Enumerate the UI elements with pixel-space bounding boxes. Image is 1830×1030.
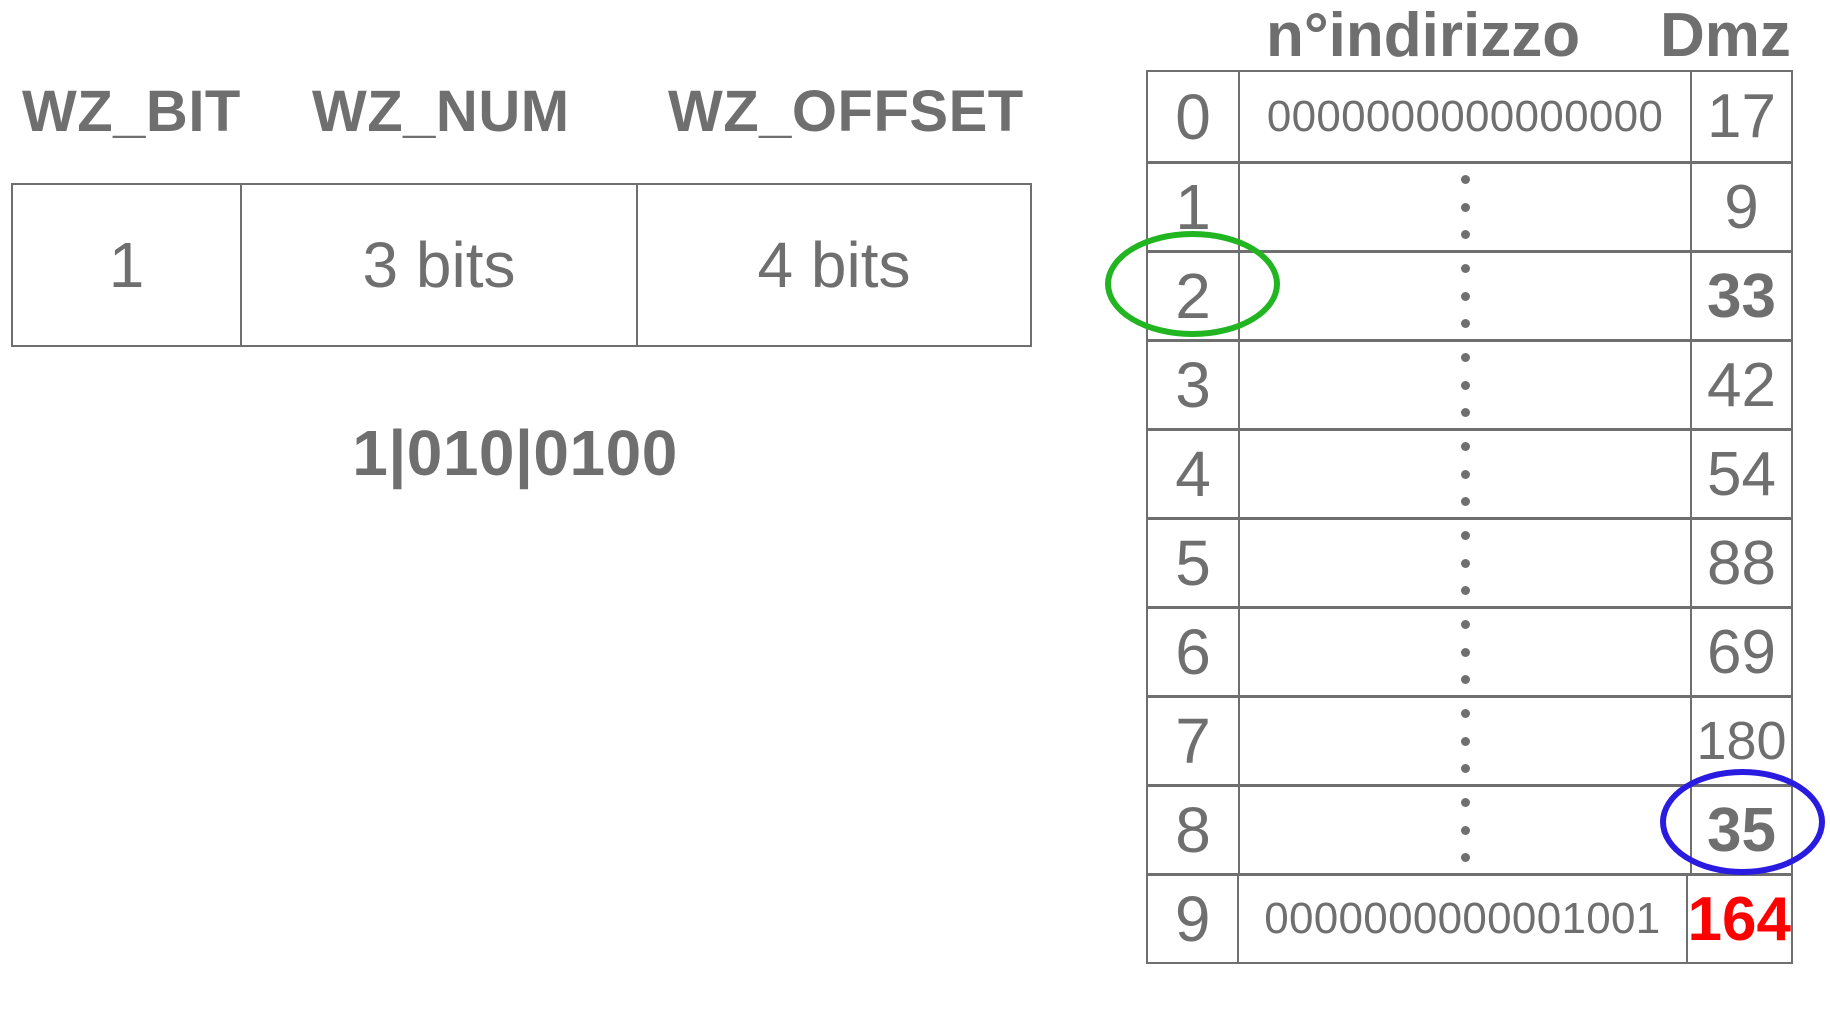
row-address <box>1240 342 1692 428</box>
row-address <box>1240 698 1692 784</box>
table-row: 6 69 <box>1148 606 1791 695</box>
row-address <box>1240 609 1692 695</box>
vertical-ellipsis-icon <box>1460 264 1470 328</box>
row-index: 4 <box>1148 431 1240 517</box>
field-wz-num: 3 bits <box>240 185 636 345</box>
vertical-ellipsis-icon <box>1460 353 1470 417</box>
table-row: 0 0000000000000000 17 <box>1148 72 1791 161</box>
row-address: 0000000000000000 <box>1240 72 1692 161</box>
row-dmz: 69 <box>1707 617 1776 687</box>
table-row: 8 35 <box>1148 784 1791 873</box>
row-dmz: 9 <box>1724 172 1759 242</box>
row-dmz: 42 <box>1707 350 1776 420</box>
row-address: 0000000000001001 <box>1239 876 1688 962</box>
row-dmz: 17 <box>1707 82 1776 151</box>
row-index: 9 <box>1148 876 1240 962</box>
address-format-box: 1 3 bits 4 bits <box>11 183 1032 347</box>
table-row: 5 88 <box>1148 517 1791 606</box>
row-index: 1 <box>1148 164 1240 250</box>
row-address <box>1240 520 1692 606</box>
row-index: 3 <box>1148 342 1240 428</box>
row-dmz: 33 <box>1707 261 1776 331</box>
row-address <box>1240 164 1692 250</box>
vertical-ellipsis-icon <box>1460 175 1470 239</box>
vertical-ellipsis-icon <box>1460 620 1470 684</box>
header-wz-num: WZ_NUM <box>312 79 570 144</box>
table-row: 7 180 <box>1148 695 1791 784</box>
header-wz-bit: WZ_BIT <box>22 79 241 144</box>
row-dmz: 180 <box>1696 711 1787 771</box>
row-index: 7 <box>1148 698 1240 784</box>
table-row: 3 42 <box>1148 339 1791 428</box>
row-index: 2 <box>1148 253 1240 339</box>
field-wz-offset: 4 bits <box>636 185 1030 345</box>
table-row: 4 54 <box>1148 428 1791 517</box>
binary-address: 1|010|0100 <box>352 417 678 489</box>
row-dmz: 54 <box>1707 439 1776 509</box>
header-dmz-column: Dmz <box>1660 1 1791 70</box>
row-index: 5 <box>1148 520 1240 606</box>
row-index: 0 <box>1148 72 1240 161</box>
header-wz-offset: WZ_OFFSET <box>668 79 1024 144</box>
vertical-ellipsis-icon <box>1460 798 1470 862</box>
row-dmz: 88 <box>1707 528 1776 598</box>
row-dmz-result: 164 <box>1687 884 1791 954</box>
field-wz-bit: 1 <box>108 229 145 301</box>
row-address <box>1240 787 1692 873</box>
row-index: 8 <box>1148 787 1240 873</box>
row-dmz: 35 <box>1707 795 1776 865</box>
table-row: 9 0000000000001001 164 <box>1148 873 1791 962</box>
row-address <box>1240 431 1692 517</box>
vertical-ellipsis-icon <box>1460 531 1470 595</box>
table-row: 2 33 <box>1148 250 1791 339</box>
table-row: 1 9 <box>1148 161 1791 250</box>
zone-table: 0 0000000000000000 17 1 9 2 33 3 42 4 54… <box>1146 70 1793 964</box>
row-address <box>1240 253 1692 339</box>
row-index: 6 <box>1148 609 1240 695</box>
vertical-ellipsis-icon <box>1460 709 1470 773</box>
header-address-column: n°indirizzo <box>1266 1 1581 70</box>
vertical-ellipsis-icon <box>1460 442 1470 506</box>
